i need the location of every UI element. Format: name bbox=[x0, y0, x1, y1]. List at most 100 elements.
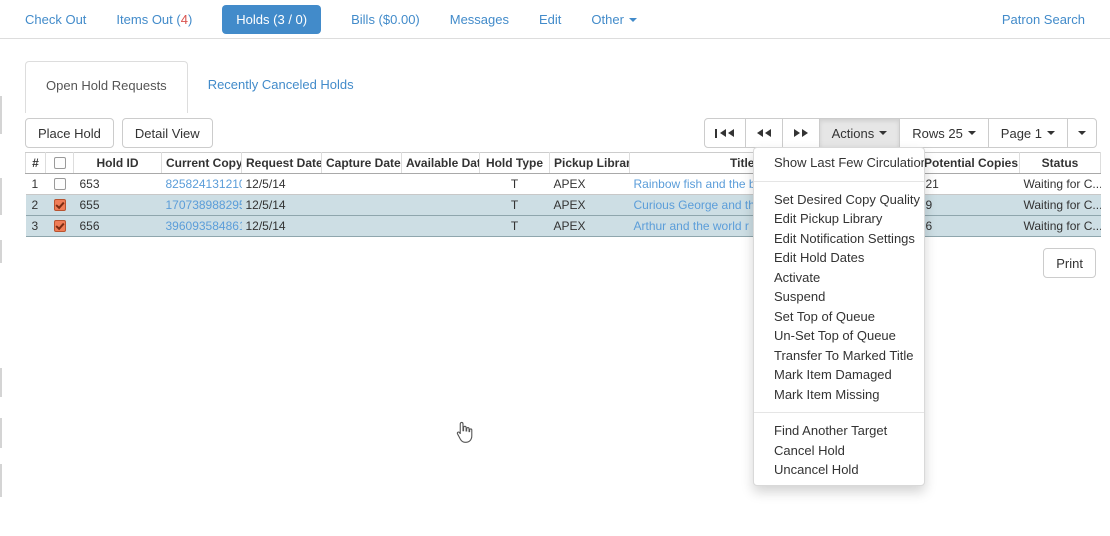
grid-options-button[interactable] bbox=[1067, 118, 1097, 148]
menu-item-mark-item-missing[interactable]: Mark Item Missing bbox=[754, 385, 924, 405]
col-header-request-date[interactable]: Request Date bbox=[242, 153, 322, 174]
status-cell: Waiting for C... bbox=[1020, 195, 1101, 216]
menu-item-uncancel-hold[interactable]: Uncancel Hold bbox=[754, 460, 924, 480]
col-header-status[interactable]: Status bbox=[1020, 153, 1101, 174]
capture-date-cell bbox=[322, 174, 402, 195]
left-edge-artifact bbox=[0, 464, 2, 497]
hold-type-cell: T bbox=[480, 195, 550, 216]
menu-item-transfer-to-marked-title[interactable]: Transfer To Marked Title bbox=[754, 346, 924, 366]
left-edge-artifact bbox=[0, 240, 2, 263]
title-link[interactable]: Rainbow fish and the b bbox=[634, 177, 756, 191]
status-cell: Waiting for C... bbox=[1020, 174, 1101, 195]
title-link[interactable]: Curious George and th bbox=[634, 198, 755, 212]
nav-edit[interactable]: Edit bbox=[539, 12, 561, 27]
nav-items-out[interactable]: Items Out (4) bbox=[116, 12, 192, 27]
grid-pager-group: Actions Rows 25 Page 1 bbox=[704, 118, 1097, 148]
menu-divider bbox=[754, 181, 924, 182]
menu-item-edit-pickup-library[interactable]: Edit Pickup Library bbox=[754, 209, 924, 229]
col-header-[interactable]: # bbox=[26, 153, 46, 174]
select-all-header[interactable] bbox=[46, 153, 74, 174]
copy-barcode-link[interactable]: 170738988295 bbox=[166, 198, 242, 212]
row-checkbox[interactable] bbox=[54, 220, 66, 232]
prev-page-icon bbox=[757, 129, 763, 137]
nav-holds-active[interactable]: Holds (3 / 0) bbox=[222, 5, 321, 34]
num-cell: 3 bbox=[26, 216, 46, 237]
chevron-down-icon bbox=[968, 131, 976, 135]
available-date-cell bbox=[402, 195, 480, 216]
col-header-current-copy[interactable]: Current Copy bbox=[162, 153, 242, 174]
copy-barcode-link[interactable]: 825824131210 bbox=[166, 177, 242, 191]
tab-recently-canceled-holds[interactable]: Recently Canceled Holds bbox=[188, 61, 374, 113]
menu-item-cancel-hold[interactable]: Cancel Hold bbox=[754, 441, 924, 461]
left-edge-artifact bbox=[0, 368, 2, 397]
holds-table: # Hold IDCurrent CopyRequest DateCapture … bbox=[25, 152, 1101, 237]
checkbox-cell bbox=[46, 174, 74, 195]
print-button[interactable]: Print bbox=[1043, 248, 1096, 278]
holds-toolbar: Place Hold Detail View Actions Rows 25 P… bbox=[25, 118, 1097, 148]
page-button[interactable]: Page 1 bbox=[988, 118, 1068, 148]
num-cell: 1 bbox=[26, 174, 46, 195]
table-row[interactable]: 1 653 82582413121012/5/14 TAPEX Rainbow fish… bbox=[26, 174, 1101, 195]
menu-item-edit-notification-settings[interactable]: Edit Notification Settings bbox=[754, 229, 924, 249]
row-checkbox[interactable] bbox=[54, 178, 66, 190]
request-date-cell: 12/5/14 bbox=[242, 195, 322, 216]
menu-item-set-desired-copy-quality[interactable]: Set Desired Copy Quality bbox=[754, 190, 924, 210]
capture-date-cell bbox=[322, 195, 402, 216]
place-hold-button[interactable]: Place Hold bbox=[25, 118, 114, 148]
hold-id-cell: 653 bbox=[74, 174, 162, 195]
current-copy-cell: 825824131210 bbox=[162, 174, 242, 195]
potential-copies-cell: 6 bbox=[920, 216, 1020, 237]
detail-view-button[interactable]: Detail View bbox=[122, 118, 213, 148]
menu-item-set-top-of-queue[interactable]: Set Top of Queue bbox=[754, 307, 924, 327]
row-checkbox[interactable] bbox=[54, 199, 66, 211]
hold-type-cell: T bbox=[480, 174, 550, 195]
menu-item-suspend[interactable]: Suspend bbox=[754, 287, 924, 307]
nav-other-dropdown[interactable]: Other bbox=[591, 12, 637, 27]
menu-item-mark-item-damaged[interactable]: Mark Item Damaged bbox=[754, 365, 924, 385]
title-link[interactable]: Arthur and the world r bbox=[634, 219, 749, 233]
chevron-down-icon bbox=[629, 18, 637, 22]
first-page-button[interactable] bbox=[704, 118, 746, 148]
rows-button[interactable]: Rows 25 bbox=[899, 118, 989, 148]
nav-messages[interactable]: Messages bbox=[450, 12, 509, 27]
menu-item-show-last-few-circulations[interactable]: Show Last Few Circulations bbox=[754, 153, 924, 173]
menu-item-edit-hold-dates[interactable]: Edit Hold Dates bbox=[754, 248, 924, 268]
items-out-label: Items Out ( bbox=[116, 12, 180, 27]
left-edge-artifact bbox=[0, 178, 2, 215]
copy-barcode-link[interactable]: 396093584861 bbox=[166, 219, 242, 233]
next-page-button[interactable] bbox=[782, 118, 820, 148]
col-header-hold-id[interactable]: Hold ID bbox=[74, 153, 162, 174]
potential-copies-cell: 21 bbox=[920, 174, 1020, 195]
menu-divider bbox=[754, 412, 924, 413]
actions-button[interactable]: Actions bbox=[819, 118, 901, 148]
menu-item-find-another-target[interactable]: Find Another Target bbox=[754, 421, 924, 441]
col-header-pickup-library[interactable]: Pickup Library bbox=[550, 153, 630, 174]
nav-bills[interactable]: Bills ($0.00) bbox=[351, 12, 420, 27]
request-date-cell: 12/5/14 bbox=[242, 174, 322, 195]
chevron-down-icon bbox=[1078, 131, 1086, 135]
table-header-row: # Hold IDCurrent CopyRequest DateCapture … bbox=[26, 153, 1101, 174]
col-header-capture-date[interactable]: Capture Date bbox=[322, 153, 402, 174]
col-header-hold-type[interactable]: Hold Type bbox=[480, 153, 550, 174]
pickup-library-cell: APEX bbox=[550, 195, 630, 216]
col-header-potential-copies[interactable]: Potential Copies bbox=[920, 153, 1020, 174]
col-header-available-date[interactable]: Available Date bbox=[402, 153, 480, 174]
status-cell: Waiting for C... bbox=[1020, 216, 1101, 237]
select-all-checkbox[interactable] bbox=[54, 157, 66, 169]
table-row[interactable]: 265517073898829512/5/14TAPEXCurious Geor… bbox=[26, 195, 1101, 216]
hold-id-cell: 655 bbox=[74, 195, 162, 216]
request-date-cell: 12/5/14 bbox=[242, 216, 322, 237]
potential-copies-cell: 9 bbox=[920, 195, 1020, 216]
menu-item-activate[interactable]: Activate bbox=[754, 268, 924, 288]
nav-check-out[interactable]: Check Out bbox=[25, 12, 86, 27]
patron-search-link[interactable]: Patron Search bbox=[1002, 12, 1085, 27]
patron-navbar: Check Out Items Out (4) Holds (3 / 0) Bi… bbox=[0, 0, 1110, 39]
hand-pointer-cursor-icon bbox=[452, 421, 474, 445]
pickup-library-cell: APEX bbox=[550, 174, 630, 195]
menu-item-un-set-top-of-queue[interactable]: Un-Set Top of Queue bbox=[754, 326, 924, 346]
pickup-library-cell: APEX bbox=[550, 216, 630, 237]
tab-open-hold-requests[interactable]: Open Hold Requests bbox=[25, 61, 188, 113]
prev-page-button[interactable] bbox=[745, 118, 783, 148]
current-copy-cell: 396093584861 bbox=[162, 216, 242, 237]
table-row[interactable]: 365639609358486112/5/14TAPEXArthur and t… bbox=[26, 216, 1101, 237]
